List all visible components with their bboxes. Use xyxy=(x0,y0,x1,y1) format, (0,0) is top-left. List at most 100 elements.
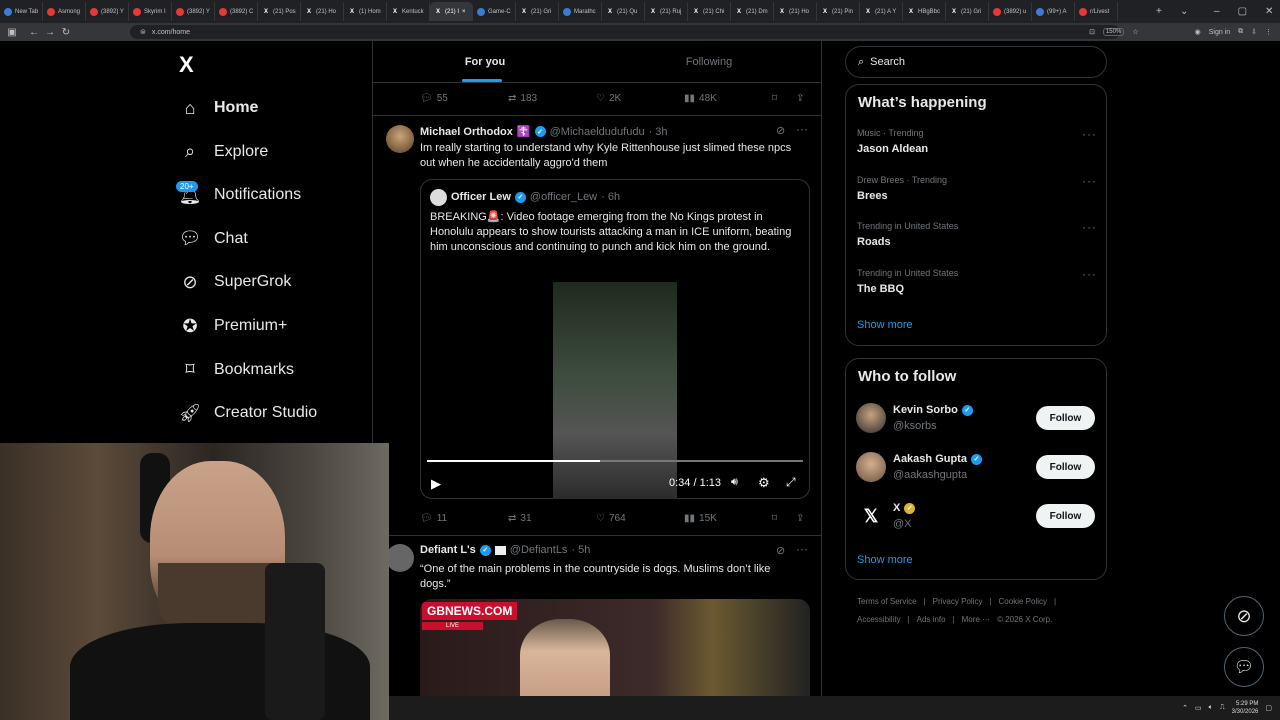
profile-icon[interactable]: ◉ xyxy=(1195,28,1201,36)
search-input[interactable]: ⌕ Search xyxy=(845,46,1107,78)
like-button[interactable]: ♡ 2K xyxy=(596,93,621,104)
avatar[interactable] xyxy=(856,452,886,482)
follow-suggestion-handle[interactable]: @ksorbs xyxy=(893,420,937,432)
install-icon[interactable]: ⊡ xyxy=(1089,28,1095,36)
zoom-level[interactable]: 150% xyxy=(1102,28,1125,36)
volume-icon[interactable]: 🔊︎ xyxy=(731,476,738,489)
follow-suggestion-name[interactable]: X ✓ xyxy=(893,502,916,514)
reply-button[interactable]: 💬︎ 55 xyxy=(420,93,448,104)
avatar[interactable]: 𝕏 xyxy=(856,501,886,531)
follow-suggestion-name[interactable]: Aakash Gupta ✓ xyxy=(893,453,982,465)
trend-name[interactable]: Roads xyxy=(857,236,891,248)
avatar[interactable] xyxy=(856,403,886,433)
browser-tab[interactable]: Skyrim I xyxy=(129,2,172,21)
avatar[interactable] xyxy=(386,544,414,572)
trend-more-icon[interactable]: ··· xyxy=(1082,174,1097,188)
browser-tab[interactable]: X Kentuck xyxy=(387,2,430,21)
sign-in-button[interactable]: Sign in xyxy=(1209,29,1230,36)
follow-show-more[interactable]: Show more xyxy=(857,554,913,566)
browser-tab[interactable]: X (21) A Y xyxy=(860,2,903,21)
nav-item-chat[interactable]: 💬︎ Chat xyxy=(179,224,248,254)
browser-tab[interactable]: Marathc xyxy=(559,2,602,21)
grok-icon[interactable]: ⊘ xyxy=(776,544,785,557)
follow-suggestion-handle[interactable]: @X xyxy=(893,518,912,530)
display-icon[interactable]: ▭ xyxy=(1195,704,1202,712)
browser-tab[interactable]: X HBgBbc xyxy=(903,2,946,21)
browser-tab[interactable]: Game-C xyxy=(473,2,516,21)
new-tab-button[interactable]: + xyxy=(1156,0,1162,23)
follow-button[interactable]: Follow xyxy=(1036,504,1095,528)
nav-item-home[interactable]: ⌂ Home xyxy=(180,93,259,123)
bookmark-icon[interactable]: ⌑ xyxy=(772,513,777,524)
settings-icon[interactable]: ⚙ xyxy=(758,475,770,491)
close-tab-icon[interactable]: × xyxy=(462,9,466,15)
tab-list-chevron-icon[interactable]: ⌄ xyxy=(1180,0,1188,23)
video-progress-bar[interactable] xyxy=(427,460,803,462)
tweet-time[interactable]: · 5h xyxy=(571,544,590,556)
nav-item-explore[interactable]: ⌕ Explore xyxy=(180,137,268,167)
follow-suggestion-handle[interactable]: @aakashgupta xyxy=(893,469,967,481)
browser-tab[interactable]: Asmong xyxy=(43,2,86,21)
footer-link[interactable]: Accessibility xyxy=(857,615,901,624)
x-logo[interactable]: X xyxy=(179,52,194,78)
nav-item-premium[interactable]: ✪ Premium+ xyxy=(180,311,287,341)
browser-tab[interactable]: X (21) Ho xyxy=(774,2,817,21)
browser-tab[interactable]: X (21) Ruj xyxy=(645,2,688,21)
browser-tab[interactable]: X (21) Chi xyxy=(688,2,731,21)
grok-fab[interactable]: ⊘ xyxy=(1224,596,1264,636)
author-name[interactable]: Defiant L's xyxy=(420,544,476,556)
video-player[interactable] xyxy=(553,282,677,499)
more-icon[interactable]: ··· xyxy=(796,542,808,556)
more-icon[interactable]: ··· xyxy=(796,122,808,136)
nav-item-creator-studio[interactable]: 🚀︎ Creator Studio xyxy=(179,398,318,428)
nav-item-notifications[interactable]: 🔔︎ Notifications xyxy=(179,180,302,210)
author-name[interactable]: Michael Orthodox xyxy=(420,126,513,138)
url-field[interactable]: ⊜ x.com/home xyxy=(130,25,1120,39)
notifications-icon[interactable]: ▢ xyxy=(1265,704,1272,712)
avatar[interactable] xyxy=(386,125,414,153)
browser-tab[interactable]: X (21) Qu xyxy=(602,2,645,21)
tweet-time[interactable]: · 3h xyxy=(649,126,668,138)
browser-tab[interactable]: X (21) Gri xyxy=(516,2,559,21)
trends-show-more[interactable]: Show more xyxy=(857,319,913,331)
chevron-up-icon[interactable]: ⌃ xyxy=(1182,704,1188,712)
follow-suggestion-name[interactable]: Kevin Sorbo ✓ xyxy=(893,404,973,416)
browser-tab[interactable]: New Tab xyxy=(0,2,43,21)
like-button[interactable]: ♡ 764 xyxy=(596,513,626,524)
close-window-button[interactable]: ✕ xyxy=(1265,6,1273,17)
reply-button[interactable]: 💬︎ 11 xyxy=(420,513,447,524)
bookmark-star-icon[interactable]: ☆ xyxy=(1132,28,1138,36)
back-button[interactable]: ← xyxy=(26,27,42,38)
maximize-button[interactable]: ▢ xyxy=(1238,6,1247,17)
author-handle[interactable]: @Michaeldudufudu xyxy=(550,126,645,138)
share-icon[interactable]: ⇪ xyxy=(796,93,804,104)
tab-for-you[interactable]: For you xyxy=(373,41,597,82)
browser-tab[interactable]: (3892) u xyxy=(989,2,1032,21)
trend-name[interactable]: Brees xyxy=(857,190,888,202)
fullscreen-icon[interactable]: ⤢ xyxy=(786,475,796,490)
forward-button[interactable]: → xyxy=(42,27,58,38)
browser-tab[interactable]: X (21) Ho xyxy=(301,2,344,21)
browser-tab[interactable]: X (21) Pin xyxy=(817,2,860,21)
extensions-icon[interactable]: ⧉ xyxy=(1238,28,1243,36)
browser-tab[interactable]: (3892) C xyxy=(215,2,258,21)
bookmark-icon[interactable]: ⌑ xyxy=(772,93,777,104)
site-info-icon[interactable]: ⊜ xyxy=(140,28,146,36)
network-icon[interactable]: ⎍ xyxy=(1220,704,1225,712)
browser-tab[interactable]: (99+) A xyxy=(1032,2,1075,21)
browser-tab[interactable]: r/Livest xyxy=(1075,2,1118,21)
footer-link[interactable]: Terms of Service xyxy=(857,597,917,606)
footer-link[interactable]: Privacy Policy xyxy=(933,597,983,606)
menu-icon[interactable]: ⋮ xyxy=(1265,28,1272,36)
footer-link[interactable]: Ads info xyxy=(917,615,946,624)
minimize-button[interactable]: – xyxy=(1214,6,1220,17)
follow-button[interactable]: Follow xyxy=(1036,455,1095,479)
tab-following[interactable]: Following xyxy=(597,41,821,82)
browser-tab[interactable]: X (21) Gri xyxy=(946,2,989,21)
browser-tab[interactable]: X (21) Dm xyxy=(731,2,774,21)
footer-link[interactable]: More ··· xyxy=(962,615,990,624)
browser-tab[interactable]: X (21) Pos xyxy=(258,2,301,21)
reload-button[interactable]: ↻ xyxy=(58,27,74,38)
browser-tab[interactable]: X (1) Hom xyxy=(344,2,387,21)
repost-button[interactable]: ⇄ 183 xyxy=(508,93,537,104)
